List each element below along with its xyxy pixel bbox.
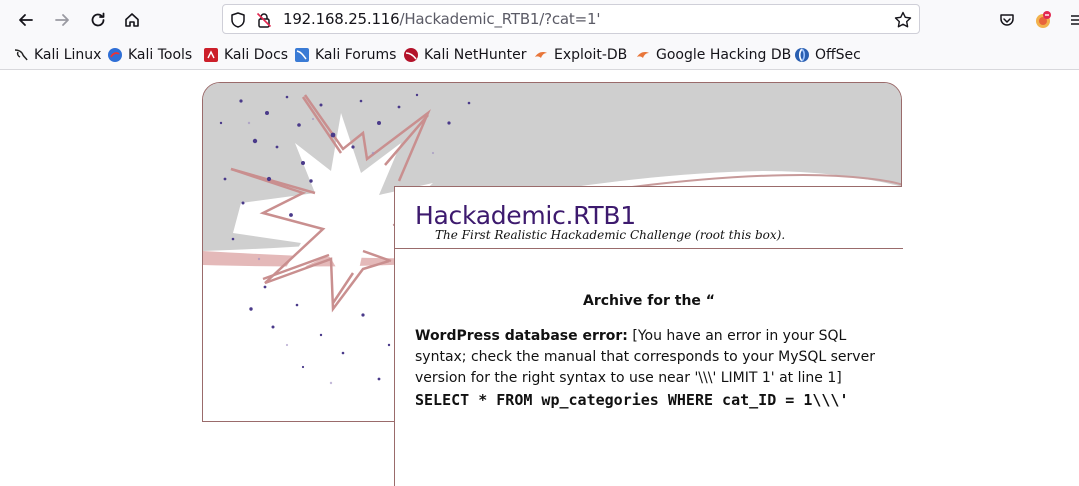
forward-button[interactable]	[48, 6, 76, 34]
bookmarks-toolbar: Kali Linux Kali Tools Kali Docs Kali For…	[0, 40, 1079, 70]
back-button[interactable]	[12, 6, 40, 34]
bookmark-label: Exploit-DB	[554, 47, 628, 63]
bookmark-label: Kali NetHunter	[424, 47, 527, 63]
bookmark-label: Kali Tools	[128, 47, 193, 63]
bookmark-kali-docs[interactable]: Kali Docs	[203, 45, 288, 65]
home-icon	[125, 13, 139, 27]
bookmark-label: OffSec	[815, 47, 861, 63]
blog-title-link[interactable]: Hackademic.RTB1	[415, 201, 636, 230]
database-error-message: WordPress database error: [You have an e…	[415, 326, 890, 389]
bookmark-google-hacking-db[interactable]: Google Hacking DB	[635, 45, 791, 65]
bookmark-label: Kali Forums	[315, 47, 397, 63]
kali-forums-icon	[295, 48, 309, 62]
bookmark-label: Google Hacking DB	[656, 47, 792, 63]
url-text[interactable]: 192.168.25.116/Hackademic_RTB1/?cat=1'	[283, 10, 600, 28]
address-bar[interactable]: 192.168.25.116/Hackademic_RTB1/?cat=1'	[222, 4, 920, 34]
exploit-db-icon	[535, 52, 547, 58]
archive-heading: Archive for the “	[582, 293, 715, 309]
blog-description: The First Realistic Hackademic Challenge…	[435, 228, 786, 242]
db-error-label: WordPress database error:	[415, 328, 628, 344]
hamburger-menu-icon	[1071, 15, 1079, 25]
insecure-lock-icon[interactable]	[255, 11, 273, 29]
content-panel: Hackademic.RTB1 The First Realistic Hack…	[394, 186, 903, 486]
arrow-right-icon	[55, 14, 69, 26]
kali-docs-icon	[204, 48, 218, 62]
bookmark-offsec[interactable]: OffSec	[794, 45, 861, 65]
kali-dragon-icon	[14, 49, 28, 61]
pocket-icon	[1000, 14, 1014, 26]
extension-button[interactable]	[1032, 9, 1054, 31]
kali-nethunter-icon	[404, 48, 418, 62]
title-divider	[395, 248, 903, 249]
sql-query-text: SELECT * FROM wp_categories WHERE cat_ID…	[415, 391, 849, 409]
bookmark-kali-nethunter[interactable]: Kali NetHunter	[403, 45, 526, 65]
bookmark-exploit-db[interactable]: Exploit-DB	[533, 45, 627, 65]
extension-avatar-icon	[1036, 11, 1051, 28]
bookmark-kali-tools[interactable]: Kali Tools	[107, 45, 192, 65]
reload-button[interactable]	[84, 6, 112, 34]
browser-toolbar: 192.168.25.116/Hackademic_RTB1/?cat=1'	[0, 0, 1079, 40]
ghdb-icon	[637, 52, 649, 58]
bookmark-star-icon[interactable]	[893, 10, 913, 30]
kali-tools-icon	[108, 48, 122, 62]
home-button[interactable]	[118, 6, 146, 34]
bookmark-label: Kali Linux	[34, 47, 102, 63]
url-host: 192.168.25.116	[283, 10, 400, 28]
web-page: Hackademic.RTB1 The First Realistic Hack…	[0, 71, 1079, 486]
app-menu-button[interactable]	[1066, 9, 1079, 31]
reload-icon	[91, 12, 105, 27]
arrow-left-icon	[19, 14, 33, 26]
bookmark-kali-linux[interactable]: Kali Linux	[13, 45, 101, 65]
url-path: /Hackademic_RTB1/?cat=1'	[399, 10, 601, 28]
pocket-button[interactable]	[996, 9, 1018, 31]
offsec-icon	[795, 48, 809, 62]
bookmark-label: Kali Docs	[224, 47, 289, 63]
shield-icon[interactable]	[229, 11, 247, 29]
bookmark-kali-forums[interactable]: Kali Forums	[294, 45, 396, 65]
